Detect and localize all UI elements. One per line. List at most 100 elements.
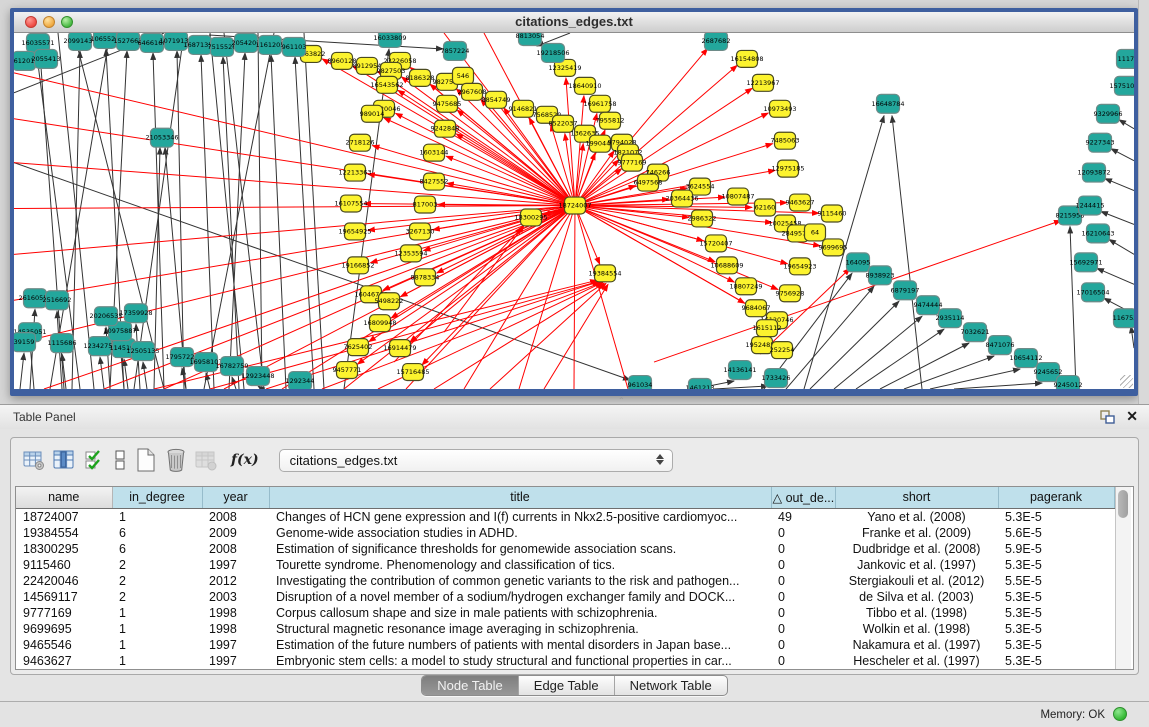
zoom-window-button[interactable] <box>61 16 73 28</box>
graph-node[interactable]: 19654923 <box>783 258 816 275</box>
table-cell[interactable]: 2003 <box>202 588 269 604</box>
graph-node[interactable]: 2516692 <box>43 291 72 310</box>
graph-edge[interactable] <box>1119 120 1134 129</box>
graph-node[interactable]: 16648784 <box>871 94 904 113</box>
table-cell[interactable]: Stergiakouli et al. (2012) <box>835 572 998 588</box>
graph-node[interactable]: 1615112 <box>753 320 782 337</box>
table-cell[interactable]: 5.5E-5 <box>998 572 1114 588</box>
table-cell[interactable]: 9463627 <box>16 653 112 669</box>
column-header-title[interactable]: title <box>269 487 771 508</box>
graph-node[interactable]: 62160 <box>755 199 776 216</box>
graph-node[interactable]: 8813054 <box>516 33 545 45</box>
table-cell[interactable]: 0 <box>771 588 835 604</box>
table-cell[interactable]: 5.9E-5 <box>998 540 1114 556</box>
minimize-window-button[interactable] <box>43 16 55 28</box>
graph-node[interactable]: 9699695 <box>819 239 848 256</box>
table-cell[interactable]: Embryonic stem cells: a model to study s… <box>269 653 771 669</box>
select-rows-button[interactable] <box>81 447 107 473</box>
graph-node[interactable]: 9756928 <box>776 285 805 302</box>
graph-node[interactable]: 17016504 <box>1076 283 1109 302</box>
table-cell[interactable]: 0 <box>771 637 835 653</box>
table-cell[interactable]: 5.3E-5 <box>998 556 1114 572</box>
table-cell[interactable]: 2 <box>112 588 202 604</box>
graph-edge[interactable] <box>1111 149 1134 161</box>
column-header-pagerank[interactable]: pagerank <box>998 487 1114 508</box>
table-cell[interactable]: 6 <box>112 540 202 556</box>
graph-edge[interactable] <box>258 33 262 389</box>
graph-node[interactable]: 8854749 <box>482 91 511 108</box>
graph-node[interactable]: 9684067 <box>742 300 771 317</box>
table-cell[interactable]: Hescheler et al. (1997) <box>835 653 998 669</box>
graph-node[interactable]: 7857224 <box>441 41 470 60</box>
graph-node[interactable]: 817003 <box>413 196 438 213</box>
tab-node-table[interactable]: Node Table <box>422 676 518 695</box>
table-row[interactable]: 969969511998Structural magnetic resonanc… <box>16 621 1114 637</box>
table-cell[interactable]: 1998 <box>202 621 269 637</box>
graph-edge[interactable] <box>266 281 600 389</box>
graph-edge[interactable] <box>1070 226 1076 389</box>
graph-edge[interactable] <box>1097 268 1134 284</box>
table-cell[interactable]: Tibbo et al. (1998) <box>835 605 998 621</box>
table-cell[interactable]: 5.3E-5 <box>998 637 1114 653</box>
close-panel-icon[interactable]: ✕ <box>1126 408 1138 424</box>
table-cell[interactable]: 5.3E-5 <box>998 588 1114 604</box>
graph-node[interactable]: 12213363 <box>338 164 371 181</box>
table-cell[interactable]: Estimation of significance thresholds fo… <box>269 540 771 556</box>
graph-edge[interactable] <box>438 205 575 206</box>
graph-edge[interactable] <box>1109 239 1134 254</box>
graph-edge[interactable] <box>1105 179 1134 191</box>
table-cell[interactable]: 0 <box>771 572 835 588</box>
graph-edge[interactable] <box>880 343 969 389</box>
graph-node[interactable]: 3267130 <box>406 223 435 240</box>
graph-node[interactable]: 18640910 <box>568 77 601 94</box>
graph-edge[interactable] <box>20 353 24 389</box>
graph-node[interactable]: 15720407 <box>699 235 732 252</box>
create-table-button[interactable] <box>133 447 159 473</box>
graph-edge[interactable] <box>1101 211 1134 224</box>
table-cell[interactable]: 9699695 <box>16 621 112 637</box>
graph-node[interactable]: 8938923 <box>866 266 895 285</box>
graph-node[interactable]: 19384554 <box>588 265 621 282</box>
graph-edge[interactable] <box>904 356 994 389</box>
graph-node[interactable]: 10688609 <box>710 257 743 274</box>
graph-node[interactable]: 16154808 <box>730 50 763 67</box>
table-cell[interactable]: de Silva et al. (2003) <box>835 588 998 604</box>
table-cell[interactable]: Estimation of the future numbers of pati… <box>269 637 771 653</box>
window-titlebar[interactable]: citations_edges.txt <box>14 12 1134 33</box>
graph-node[interactable]: 10973493 <box>763 100 796 117</box>
graph-node[interactable]: 961103 <box>282 37 307 56</box>
table-settings-button[interactable] <box>21 447 47 473</box>
graph-edge[interactable] <box>574 206 575 389</box>
table-cell[interactable]: 1 <box>112 653 202 669</box>
table-cell[interactable]: Changes of HCN gene expression and I(f) … <box>269 508 771 524</box>
graph-node[interactable]: 2718126 <box>346 134 375 151</box>
graph-node[interactable]: 8186328 <box>406 69 435 86</box>
graph-edge[interactable] <box>201 55 214 389</box>
table-row[interactable]: 977716911998Corpus callosum shape and si… <box>16 605 1114 621</box>
table-scrollbar[interactable] <box>1115 487 1131 669</box>
close-window-button[interactable] <box>25 16 37 28</box>
table-cell[interactable]: 9777169 <box>16 605 112 621</box>
table-cell[interactable]: Corpus callosum shape and size in male p… <box>269 605 771 621</box>
table-cell[interactable]: 0 <box>771 524 835 540</box>
table-cell[interactable]: 5.6E-5 <box>998 524 1114 540</box>
graph-edge[interactable] <box>575 206 628 389</box>
table-cell[interactable]: Yano et al. (2008) <box>835 508 998 524</box>
graph-node[interactable]: 9457771 <box>333 362 362 379</box>
table-cell[interactable]: 1 <box>112 637 202 653</box>
graph-node[interactable]: 12975185 <box>771 160 804 177</box>
graph-edge[interactable] <box>271 55 286 389</box>
graph-edge[interactable] <box>304 33 324 389</box>
graph-node[interactable]: 9329966 <box>1094 104 1123 123</box>
table-cell[interactable]: 1998 <box>202 605 269 621</box>
graph-node[interactable]: 9242848 <box>431 120 460 137</box>
table-cell[interactable]: 1 <box>112 621 202 637</box>
column-header-short[interactable]: short <box>835 487 998 508</box>
graph-edge[interactable] <box>134 33 184 389</box>
table-cell[interactable]: 1997 <box>202 653 269 669</box>
graph-node[interactable]: 64 <box>805 224 826 241</box>
table-row[interactable]: 1938455462009Genome-wide association stu… <box>16 524 1114 540</box>
table-cell[interactable]: Genome-wide association studies in ADHD. <box>269 524 771 540</box>
graph-node[interactable]: 164095 <box>846 253 871 272</box>
table-cell[interactable]: Franke et al. (2009) <box>835 524 998 540</box>
